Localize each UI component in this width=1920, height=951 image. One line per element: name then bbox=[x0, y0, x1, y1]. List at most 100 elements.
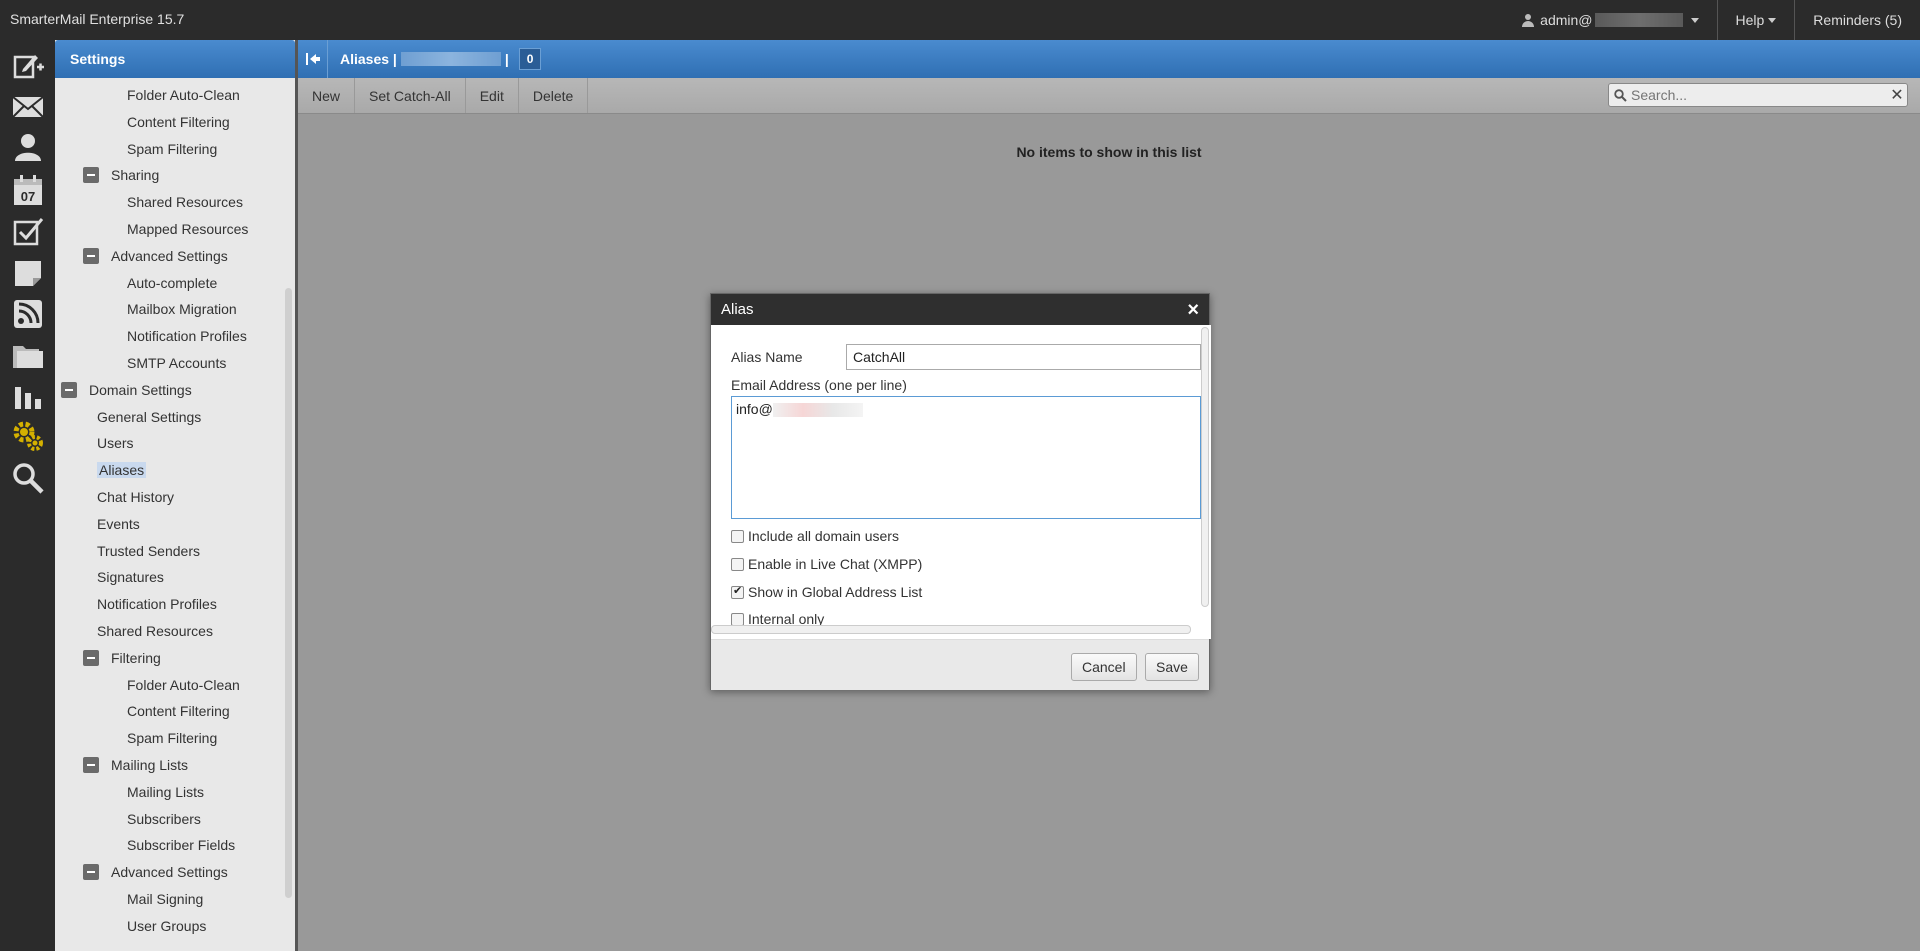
settings-tree-item-label: Mailing Lists bbox=[111, 757, 189, 773]
tasks-icon[interactable] bbox=[8, 212, 48, 252]
settings-tree-item[interactable]: Notification Profiles bbox=[97, 593, 217, 615]
settings-tree-item-label: Mailbox Migration bbox=[127, 301, 237, 318]
dialog-horizontal-scrollbar[interactable] bbox=[711, 625, 1191, 634]
delete-button[interactable]: Delete bbox=[519, 78, 589, 113]
settings-tree-item-label: Folder Auto-Clean bbox=[127, 676, 240, 693]
enable-live-chat-checkbox[interactable] bbox=[731, 557, 744, 571]
redacted-domain bbox=[1594, 13, 1683, 27]
settings-tree-item[interactable]: Filtering bbox=[83, 647, 161, 669]
settings-tree-item[interactable]: Shared Resources bbox=[127, 191, 243, 213]
svg-text:07: 07 bbox=[21, 189, 35, 204]
collapse-panel-icon[interactable] bbox=[298, 40, 328, 78]
settings-tree-item[interactable]: Users bbox=[97, 432, 134, 454]
collapse-toggle-icon[interactable] bbox=[61, 381, 77, 398]
search-input[interactable] bbox=[1631, 87, 1887, 103]
settings-tree-item[interactable]: Mailing Lists bbox=[83, 754, 188, 776]
include-all-domain-users-checkbox[interactable] bbox=[731, 529, 744, 543]
settings-tree-item[interactable]: Subscribers bbox=[127, 808, 201, 830]
cancel-button[interactable]: Cancel bbox=[1071, 653, 1137, 681]
save-button[interactable]: Save bbox=[1145, 653, 1199, 681]
settings-tree-item[interactable]: Mail Signing bbox=[127, 888, 203, 910]
settings-tree-item[interactable]: Mapped Resources bbox=[127, 218, 248, 240]
settings-tree-item-label: Advanced Settings bbox=[111, 247, 228, 264]
settings-tree-item[interactable]: Aliases bbox=[97, 459, 147, 481]
settings-tree-item[interactable]: Notification Profiles bbox=[127, 325, 247, 347]
settings-tree-item[interactable]: Chat History bbox=[97, 486, 174, 508]
settings-tree-item-label: Filtering bbox=[111, 649, 161, 666]
collapse-toggle-icon[interactable] bbox=[83, 247, 99, 264]
settings-tree-item[interactable]: Auto-complete bbox=[127, 272, 217, 294]
settings-tree-item[interactable]: Content Filtering bbox=[127, 700, 230, 722]
files-icon[interactable] bbox=[8, 335, 48, 375]
contacts-icon[interactable] bbox=[8, 127, 48, 167]
settings-tree-item[interactable]: Subscriber Fields bbox=[127, 834, 235, 856]
settings-tree-item[interactable]: Mailbox Migration bbox=[127, 298, 237, 320]
settings-tree-item[interactable]: Content Filtering bbox=[127, 111, 230, 133]
app-nav-rail: 07 bbox=[0, 40, 55, 951]
settings-tree-item[interactable]: Advanced Settings bbox=[83, 245, 228, 267]
settings-tree-item-label: Advanced Settings bbox=[111, 864, 228, 881]
settings-icon[interactable] bbox=[8, 416, 48, 456]
settings-tree-item[interactable]: User Groups bbox=[127, 915, 206, 937]
dialog-vertical-scrollbar[interactable] bbox=[1201, 327, 1209, 607]
compose-icon[interactable] bbox=[8, 46, 48, 86]
dialog-header: Alias × bbox=[711, 294, 1209, 325]
user-menu[interactable]: admin@ bbox=[1504, 0, 1716, 40]
settings-tree-item-label: Content Filtering bbox=[127, 703, 230, 720]
close-icon[interactable]: × bbox=[1187, 300, 1199, 320]
settings-tree-item[interactable]: Folder Auto-Clean bbox=[127, 674, 240, 696]
set-catch-all-button[interactable]: Set Catch-All bbox=[355, 78, 466, 113]
new-button[interactable]: New bbox=[298, 78, 356, 113]
settings-tree-item[interactable]: Trusted Senders bbox=[97, 540, 200, 562]
reports-icon[interactable] bbox=[8, 376, 48, 416]
settings-tree-item[interactable]: Spam Filtering bbox=[127, 727, 217, 749]
include-all-domain-users-row[interactable]: Include all domain users bbox=[731, 528, 899, 544]
settings-tree-item[interactable]: Folder Auto-Clean bbox=[127, 84, 240, 106]
email-address-textarea[interactable]: info@ bbox=[731, 396, 1201, 519]
settings-tree-item[interactable]: Spam Filtering bbox=[127, 138, 217, 160]
top-right-menu: admin@ Help Reminders (5) bbox=[1504, 0, 1920, 40]
collapse-toggle-icon[interactable] bbox=[83, 649, 99, 666]
rss-icon[interactable] bbox=[8, 294, 48, 334]
settings-tree-item[interactable]: Advanced Settings bbox=[83, 861, 228, 883]
reminders-button[interactable]: Reminders (5) bbox=[1794, 0, 1920, 40]
settings-tree-item-label: Folder Auto-Clean bbox=[127, 87, 240, 103]
enable-live-chat-row[interactable]: Enable in Live Chat (XMPP) bbox=[731, 556, 922, 572]
settings-tree-item[interactable]: SMTP Accounts bbox=[127, 352, 226, 374]
settings-tree-item[interactable]: Sharing bbox=[83, 164, 159, 186]
show-in-gal-checkbox[interactable] bbox=[731, 584, 744, 599]
edit-button[interactable]: Edit bbox=[466, 78, 519, 113]
alias-name-input[interactable] bbox=[846, 344, 1201, 370]
notes-icon[interactable] bbox=[8, 253, 48, 293]
include-all-domain-users-label: Include all domain users bbox=[748, 528, 899, 544]
settings-tree-item-label: Subscribers bbox=[127, 810, 201, 827]
mail-icon[interactable] bbox=[8, 87, 48, 127]
search-icon[interactable] bbox=[8, 458, 48, 498]
user-label: admin@ bbox=[1540, 12, 1593, 28]
settings-tree-item-label: Mapped Resources bbox=[127, 221, 249, 237]
dialog-footer: Cancel Save bbox=[711, 639, 1209, 690]
clear-search-icon[interactable]: ✕ bbox=[1887, 85, 1907, 105]
internal-only-checkbox[interactable] bbox=[731, 612, 744, 626]
help-menu[interactable]: Help bbox=[1716, 0, 1795, 40]
settings-scrollbar[interactable] bbox=[285, 288, 292, 898]
settings-tree-item-label: Chat History bbox=[97, 489, 175, 505]
collapse-toggle-icon[interactable] bbox=[83, 167, 99, 184]
show-in-gal-row[interactable]: Show in Global Address List bbox=[731, 584, 922, 600]
help-label: Help bbox=[1735, 12, 1765, 28]
settings-tree-item-label: Events bbox=[97, 515, 140, 532]
settings-tree-item[interactable]: Signatures bbox=[97, 566, 164, 588]
reminders-label: Reminders (5) bbox=[1813, 12, 1902, 28]
calendar-icon[interactable]: 07 bbox=[8, 170, 48, 210]
settings-tree-item[interactable]: Shared Resources bbox=[97, 620, 213, 642]
settings-tree-item[interactable]: Events bbox=[97, 513, 140, 535]
collapse-toggle-icon[interactable] bbox=[83, 864, 99, 881]
settings-tree: Folder Auto-Clean Content Filtering Spam F… bbox=[55, 78, 285, 951]
settings-tree-item[interactable]: Domain Settings bbox=[61, 379, 192, 401]
settings-tree-item[interactable]: Mailing Lists bbox=[127, 781, 204, 803]
settings-tree-item[interactable]: General Settings bbox=[97, 406, 201, 428]
collapse-toggle-icon[interactable] bbox=[83, 757, 99, 773]
email-address-label: Email Address (one per line) bbox=[731, 377, 907, 393]
settings-tree-item-label: Domain Settings bbox=[89, 381, 192, 398]
chevron-down-icon bbox=[1768, 17, 1777, 23]
